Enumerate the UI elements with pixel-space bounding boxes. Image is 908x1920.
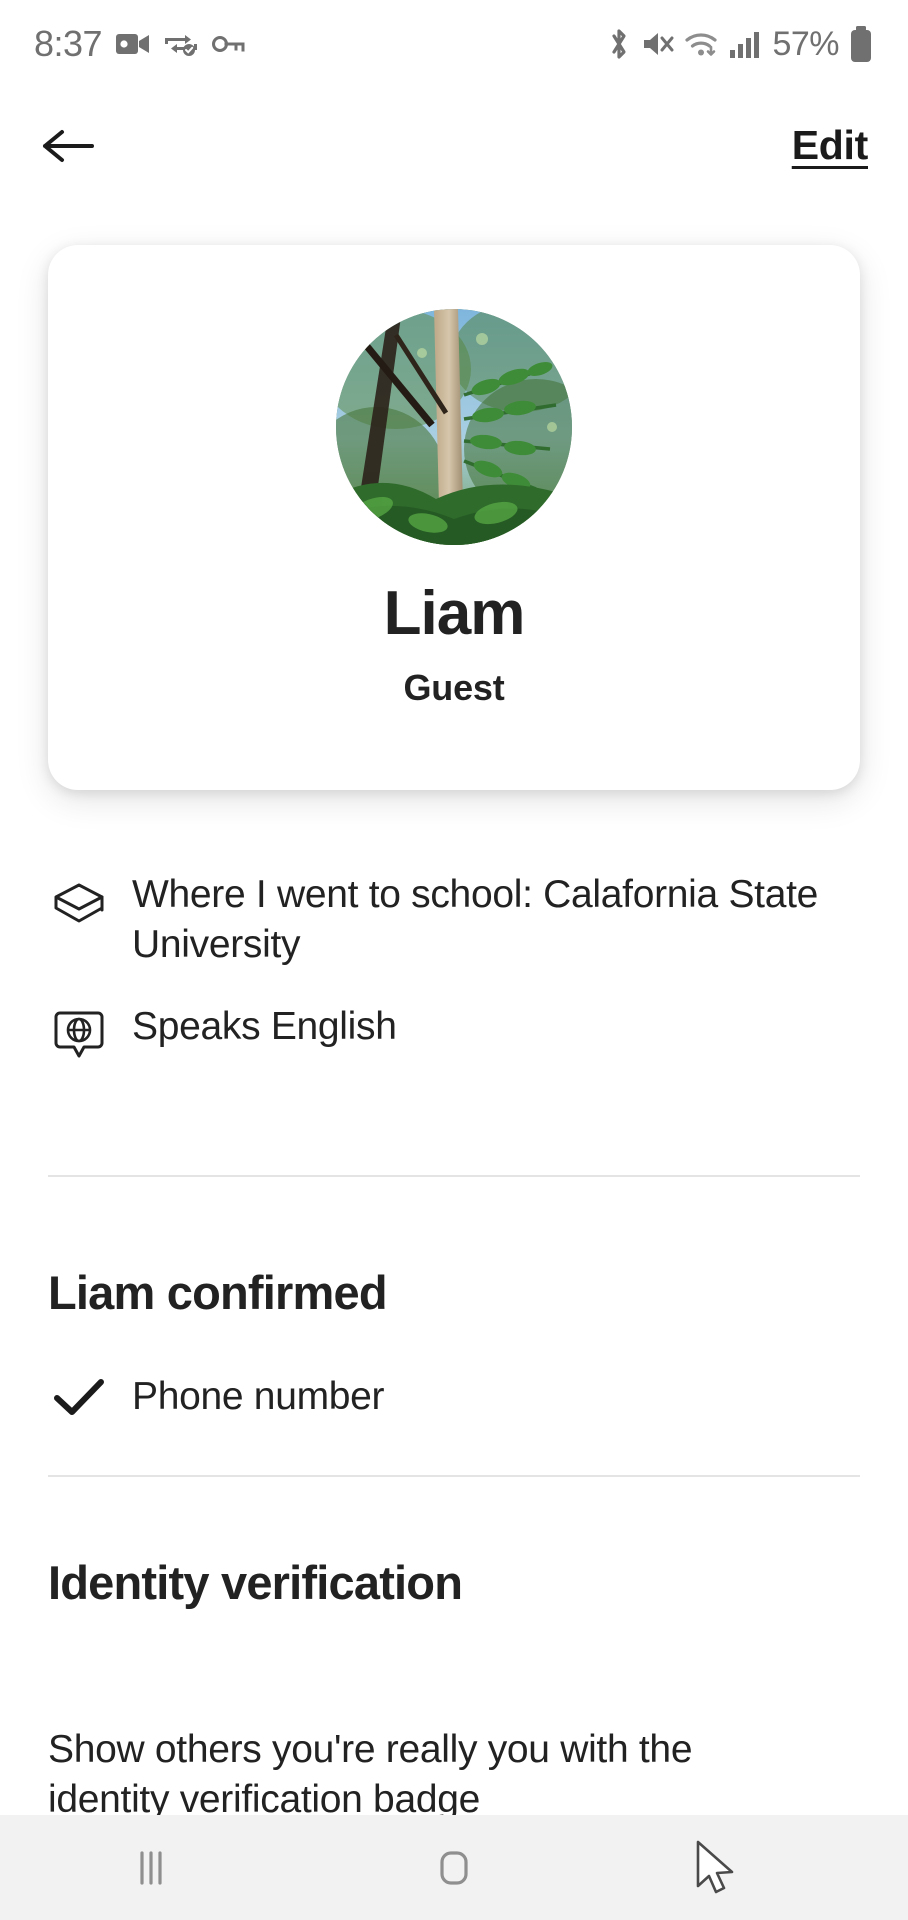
camera-icon	[116, 34, 150, 54]
status-time: 8:37	[34, 23, 103, 64]
cellular-signal-icon	[730, 32, 760, 58]
confirmed-item-phone: Phone number	[48, 1375, 385, 1419]
screen-share-icon	[165, 35, 198, 56]
avatar-forest-image	[336, 309, 572, 545]
nav-home-button[interactable]	[303, 1815, 606, 1920]
profile-name: Liam	[383, 579, 526, 648]
phone-screen: 8:37 57% Edit Liam Guest Where I went to…	[0, 0, 908, 1920]
vpn-key-icon	[212, 36, 245, 52]
profile-card: Liam Guest	[48, 245, 860, 790]
info-row-school: Where I went to school: Calafornia State…	[48, 870, 868, 970]
status-bar: 8:37 57%	[0, 0, 908, 88]
status-bar-left: 8:37	[34, 23, 246, 65]
edit-button[interactable]: Edit	[792, 122, 869, 169]
identity-section-description: Show others you're really you with the i…	[48, 1728, 693, 1821]
system-navigation-bar	[0, 1815, 908, 1920]
check-icon	[48, 1375, 110, 1419]
nav-back-button[interactable]	[605, 1815, 908, 1920]
graduation-cap-icon	[48, 872, 110, 934]
nav-recents-button[interactable]	[0, 1815, 303, 1920]
speech-bubble-globe-icon	[48, 1004, 110, 1066]
recents-icon	[140, 1850, 162, 1885]
section-divider	[48, 1175, 860, 1177]
profile-role: Guest	[403, 667, 505, 708]
home-icon	[440, 1850, 468, 1885]
wifi-icon	[685, 33, 718, 56]
app-header: Edit	[0, 88, 908, 203]
status-bar-right: 57%	[606, 25, 874, 64]
section-divider	[48, 1475, 860, 1477]
confirmed-item-label: Phone number	[132, 1375, 385, 1418]
confirmed-section-title: Liam confirmed	[48, 1266, 388, 1319]
profile-info-list: Where I went to school: Calafornia State…	[48, 870, 868, 1098]
battery-percent-label: 57%	[772, 24, 839, 63]
info-row-language: Speaks English	[48, 1002, 868, 1066]
arrow-left-icon	[43, 129, 94, 162]
battery-icon	[851, 26, 871, 62]
info-text-school: Where I went to school: Calafornia State…	[132, 873, 819, 966]
avatar[interactable]	[336, 309, 572, 545]
mute-icon	[644, 33, 674, 55]
bluetooth-icon	[612, 29, 627, 59]
back-button[interactable]	[40, 113, 106, 179]
info-text-language: Speaks English	[132, 1004, 397, 1048]
identity-section-title: Identity verification	[48, 1556, 463, 1609]
